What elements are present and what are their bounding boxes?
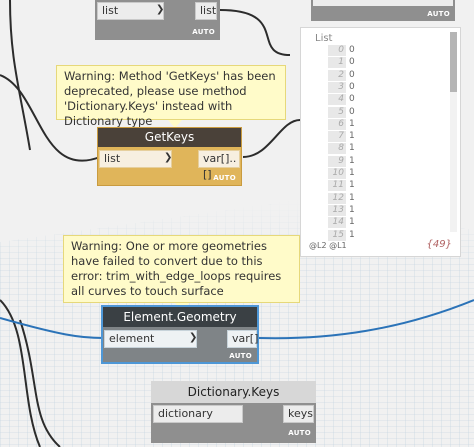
getkeys-input-label: list <box>104 152 121 165</box>
list-item: 11 1 <box>301 180 446 192</box>
element-geometry-output-port[interactable]: var[] <box>227 330 259 348</box>
chevron-right-icon: ❯ <box>189 332 198 343</box>
watch-preview-panel[interactable]: List 0 0 1 0 2 0 3 0 4 0 5 0 6 1 7 1 8 1 9 1 10 1 11 1 12 1 13 1 14 1… <box>300 27 461 257</box>
watch-list-title: List <box>315 33 333 44</box>
list-item-index: 4 <box>328 94 346 106</box>
list-item: 10 1 <box>301 168 446 180</box>
list-item-value: 1 <box>349 131 355 142</box>
list-item: 71 <box>301 131 446 143</box>
list-item-value: 0 <box>349 57 355 68</box>
list-item: 13 1 <box>301 204 446 217</box>
lacing-auto-label: AUTO <box>427 10 450 18</box>
list-item-index: 14 <box>328 217 346 229</box>
geometry-warning-bubble: Warning: One or more geometries have fai… <box>63 235 300 311</box>
list-item-index: 5 <box>328 106 346 118</box>
wire-getkeys-out <box>242 119 301 158</box>
top-left-node-output-label: list <box>200 4 217 17</box>
list-item-value: 1 <box>349 168 355 178</box>
list-item-value: 1 <box>349 204 355 215</box>
top-left-node-output-port[interactable]: list <box>195 2 217 20</box>
getkeys-node-title[interactable]: GetKeys <box>98 128 241 147</box>
lacing-auto-label: AUTO <box>229 352 252 360</box>
top-left-node-input-port[interactable]: list <box>97 2 164 20</box>
list-item: 15 1 <box>301 229 446 242</box>
list-item-value: 1 <box>349 229 355 240</box>
getkeys-input-port[interactable]: list <box>99 150 172 168</box>
dictionary-keys-output-port[interactable]: keys <box>283 405 314 423</box>
list-item-index: 8 <box>328 143 346 155</box>
list-item: 10 <box>301 57 446 69</box>
list-item: 81 <box>301 143 446 155</box>
dictionary-keys-input-label: dictionary <box>158 407 213 420</box>
list-item: 40 <box>301 94 446 106</box>
list-item-index: 7 <box>328 131 346 143</box>
list-item: 14 1 <box>301 217 446 229</box>
dictionary-keys-node[interactable]: Dictionary.Keys dictionary keys AUTO <box>151 381 316 443</box>
list-item-value: 1 <box>349 180 355 191</box>
lacing-auto-label: AUTO <box>192 28 215 36</box>
list-item-value: 1 <box>349 217 355 228</box>
list-item: 30 <box>301 81 446 94</box>
graph-canvas[interactable]: list ❯ list AUTO AUTO Warning: Method 'G… <box>0 0 474 447</box>
list-item-index: 2 <box>328 69 346 81</box>
geometry-warning-text: Warning: One or more geometries have fai… <box>71 239 282 298</box>
list-item-value: 0 <box>349 45 355 55</box>
list-item-index: 3 <box>328 81 346 93</box>
list-item: 00 <box>301 45 446 57</box>
element-geometry-input-port[interactable]: element <box>104 330 197 348</box>
element-geometry-node-title[interactable]: Element.Geometry <box>103 307 257 327</box>
getkeys-output-port[interactable]: var[]..[] <box>198 150 240 181</box>
deprecation-warning-bubble: Warning: Method 'GetKeys' has been depre… <box>56 65 286 128</box>
top-left-node-input-label: list <box>102 4 119 17</box>
element-geometry-output-label: var[] <box>232 332 259 345</box>
list-item-value: 1 <box>349 143 355 154</box>
list-item: 12 1 <box>301 192 446 205</box>
list-item-index: 1 <box>328 57 346 69</box>
list-item-value: 1 <box>349 155 355 166</box>
element-geometry-node[interactable]: Element.Geometry element ❯ var[] AUTO <box>101 305 259 364</box>
lacing-auto-label: AUTO <box>288 429 311 437</box>
list-item: 50 <box>301 106 446 119</box>
list-item-index: 0 <box>328 45 346 56</box>
list-item: 20 <box>301 69 446 82</box>
list-item: 91 <box>301 155 446 168</box>
list-item-value: 1 <box>349 192 355 203</box>
chevron-right-icon: ❯ <box>164 152 173 163</box>
list-item-index: 6 <box>328 118 346 130</box>
lacing-auto-label: AUTO <box>213 174 236 182</box>
list-item-value: 0 <box>349 69 355 80</box>
list-item-index: 10 <box>328 168 346 179</box>
top-right-node-port-strip <box>313 0 453 6</box>
dictionary-keys-node-title[interactable]: Dictionary.Keys <box>151 381 316 403</box>
list-item-index: 12 <box>328 192 346 204</box>
list-item-value: 0 <box>349 94 355 105</box>
list-item: 61 <box>301 118 446 131</box>
list-item-index: 11 <box>328 180 346 192</box>
list-item-index: 15 <box>328 229 346 241</box>
watch-scrollbar-thumb[interactable] <box>450 32 457 92</box>
wire-top-right <box>219 9 291 56</box>
list-levels-label[interactable]: @L2 @L1 <box>309 241 347 250</box>
getkeys-node[interactable]: GetKeys list ❯ var[]..[] AUTO <box>97 127 242 186</box>
list-item-index: 9 <box>328 155 346 167</box>
chevron-right-icon: ❯ <box>156 4 165 15</box>
list-item-index: 13 <box>328 204 346 216</box>
top-left-node[interactable]: list ❯ list AUTO <box>95 0 220 40</box>
list-item-value: 1 <box>349 118 355 129</box>
top-right-node[interactable]: AUTO <box>311 0 455 21</box>
element-geometry-input-label: element <box>109 332 155 345</box>
dictionary-keys-input-port[interactable]: dictionary <box>153 405 243 423</box>
wire-left-top <box>9 0 31 151</box>
dictionary-keys-output-label: keys <box>288 407 313 420</box>
list-count-label: {49} <box>426 239 452 250</box>
list-item-value: 0 <box>349 106 355 117</box>
list-item-value: 0 <box>349 81 355 92</box>
